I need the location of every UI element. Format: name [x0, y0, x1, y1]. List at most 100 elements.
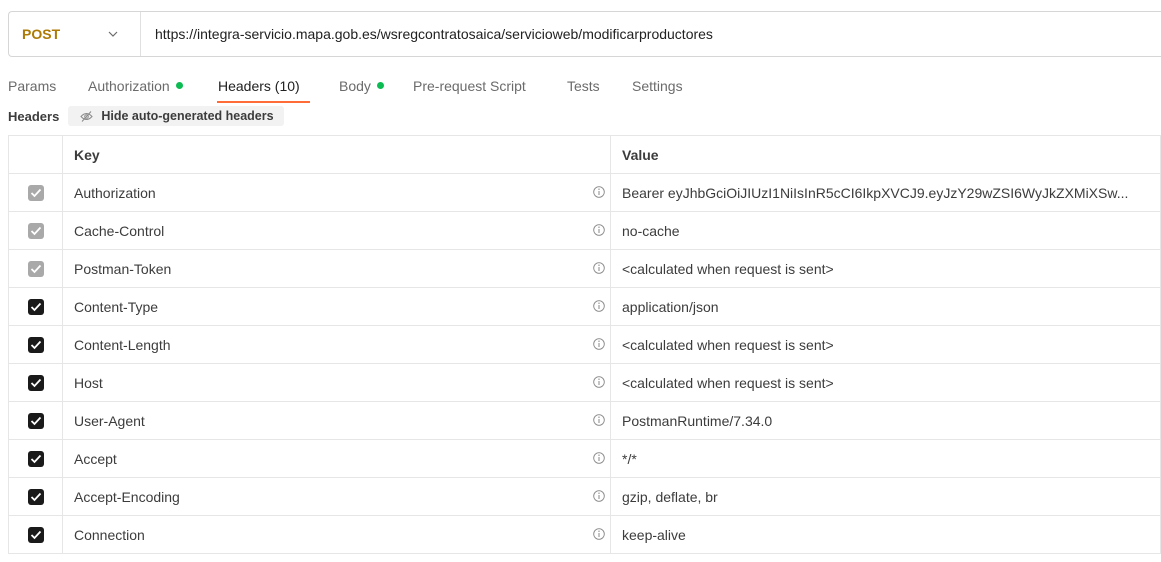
headers-subheader: Headers Hide auto-generated headers — [8, 106, 284, 126]
header-key: Accept — [74, 450, 117, 467]
row-checkbox-cell — [8, 325, 63, 364]
row-checkbox-cell — [8, 363, 63, 402]
header-value: PostmanRuntime/7.34.0 — [622, 412, 773, 429]
info-icon[interactable] — [593, 338, 605, 350]
header-key-cell[interactable]: Accept — [62, 439, 611, 478]
table-row: Content-Length <calculated when request i… — [8, 325, 1161, 364]
table-row: Authorization Bearer eyJhbGciOiJIUzI1NiIs… — [8, 173, 1161, 212]
row-checkbox[interactable] — [27, 185, 44, 202]
table-row: Cache-Control no-cache — [8, 211, 1161, 250]
row-checkbox[interactable] — [27, 299, 44, 316]
status-dot — [175, 82, 183, 89]
header-key-cell[interactable]: User-Agent — [62, 401, 611, 440]
header-value-cell[interactable]: keep-alive — [610, 515, 1161, 554]
info-icon[interactable] — [593, 452, 605, 464]
header-value: */* — [622, 450, 637, 467]
tab-authorization[interactable]: Authorization — [88, 78, 183, 94]
headers-table: Key Value Authorization Bearer eyJhbGciOi… — [8, 135, 1161, 554]
header-key-cell[interactable]: Host — [62, 363, 611, 402]
tab-body[interactable]: Body — [339, 78, 384, 94]
row-checkbox[interactable] — [27, 489, 44, 506]
checkmark-icon — [30, 455, 41, 464]
tab-label: Body — [339, 78, 371, 94]
checkmark-icon — [30, 531, 41, 540]
header-key-cell[interactable]: Connection — [62, 515, 611, 554]
row-checkbox[interactable] — [27, 527, 44, 544]
tab-pre-request-script[interactable]: Pre-request Script — [413, 78, 526, 94]
column-header-value: Value — [610, 135, 1161, 174]
header-key: Connection — [74, 526, 145, 543]
header-key-cell[interactable]: Cache-Control — [62, 211, 611, 250]
tab-settings[interactable]: Settings — [632, 78, 683, 94]
header-value-cell[interactable]: <calculated when request is sent> — [610, 363, 1161, 402]
info-icon[interactable] — [593, 414, 605, 426]
hide-auto-headers-button[interactable]: Hide auto-generated headers — [68, 106, 284, 126]
header-value-cell[interactable]: application/json — [610, 287, 1161, 326]
row-checkbox[interactable] — [27, 413, 44, 430]
header-key: Authorization — [74, 184, 156, 201]
header-key-cell[interactable]: Accept-Encoding — [62, 477, 611, 516]
info-icon[interactable] — [593, 186, 605, 198]
info-icon[interactable] — [593, 300, 605, 312]
checkmark-icon — [30, 493, 41, 502]
hide-button-label: Hide auto-generated headers — [101, 109, 274, 123]
table-row: Content-Type application/json — [8, 287, 1161, 326]
header-key: Postman-Token — [74, 260, 172, 277]
info-icon[interactable] — [593, 262, 605, 274]
row-checkbox-cell — [8, 477, 63, 516]
tab-params[interactable]: Params — [8, 78, 56, 94]
header-key-cell[interactable]: Content-Type — [62, 287, 611, 326]
header-key-cell[interactable]: Content-Length — [62, 325, 611, 364]
header-key: Cache-Control — [74, 222, 165, 239]
checkmark-icon — [30, 379, 41, 388]
header-key: Accept-Encoding — [74, 488, 180, 505]
info-icon[interactable] — [593, 224, 605, 236]
chevron-down-icon — [108, 31, 118, 37]
header-key-cell[interactable]: Postman-Token — [62, 249, 611, 288]
table-row: Connection keep-alive — [8, 515, 1161, 554]
method-select[interactable]: POST — [9, 12, 141, 56]
status-dot — [376, 82, 384, 89]
tab-headers[interactable]: Headers (10) — [218, 78, 300, 94]
row-checkbox-cell — [8, 249, 63, 288]
header-value-cell[interactable]: */* — [610, 439, 1161, 478]
header-value-cell[interactable]: PostmanRuntime/7.34.0 — [610, 401, 1161, 440]
tab-tests[interactable]: Tests — [567, 78, 600, 94]
row-checkbox[interactable] — [27, 261, 44, 278]
active-tab-indicator — [217, 101, 310, 103]
tab-label: Settings — [632, 78, 683, 94]
section-title: Headers — [8, 108, 60, 124]
table-row: Postman-Token <calculated when request is… — [8, 249, 1161, 288]
header-value-cell[interactable]: <calculated when request is sent> — [610, 325, 1161, 364]
row-checkbox[interactable] — [27, 375, 44, 392]
request-url-bar: POST https://integra-servicio.mapa.gob.e… — [8, 11, 1161, 57]
tab-label: Headers (10) — [218, 78, 300, 94]
checkmark-icon — [30, 227, 41, 236]
url-input[interactable]: https://integra-servicio.mapa.gob.es/wsr… — [141, 26, 713, 42]
row-checkbox[interactable] — [27, 451, 44, 468]
info-icon[interactable] — [593, 376, 605, 388]
row-checkbox-cell — [8, 173, 63, 212]
row-checkbox-cell — [8, 515, 63, 554]
header-key: Content-Type — [74, 298, 159, 315]
info-icon[interactable] — [593, 528, 605, 540]
row-checkbox[interactable] — [27, 223, 44, 240]
eye-off-icon — [80, 110, 93, 122]
header-value: <calculated when request is sent> — [622, 260, 834, 277]
header-value: Bearer eyJhbGciOiJIUzI1NiIsInR5cCI6IkpXV… — [622, 184, 1129, 201]
header-value-cell[interactable]: <calculated when request is sent> — [610, 249, 1161, 288]
info-icon[interactable] — [593, 490, 605, 502]
header-value: <calculated when request is sent> — [622, 374, 834, 391]
checkmark-icon — [30, 303, 41, 312]
checkmark-icon — [30, 265, 41, 274]
tab-label: Tests — [567, 78, 600, 94]
header-value-cell[interactable]: no-cache — [610, 211, 1161, 250]
row-checkbox-cell — [8, 287, 63, 326]
header-value: keep-alive — [622, 526, 686, 543]
header-value-cell[interactable]: gzip, deflate, br — [610, 477, 1161, 516]
header-value: gzip, deflate, br — [622, 488, 718, 505]
header-key-cell[interactable]: Authorization — [62, 173, 611, 212]
row-checkbox[interactable] — [27, 337, 44, 354]
row-checkbox-cell — [8, 211, 63, 250]
header-value-cell[interactable]: Bearer eyJhbGciOiJIUzI1NiIsInR5cCI6IkpXV… — [610, 173, 1161, 212]
